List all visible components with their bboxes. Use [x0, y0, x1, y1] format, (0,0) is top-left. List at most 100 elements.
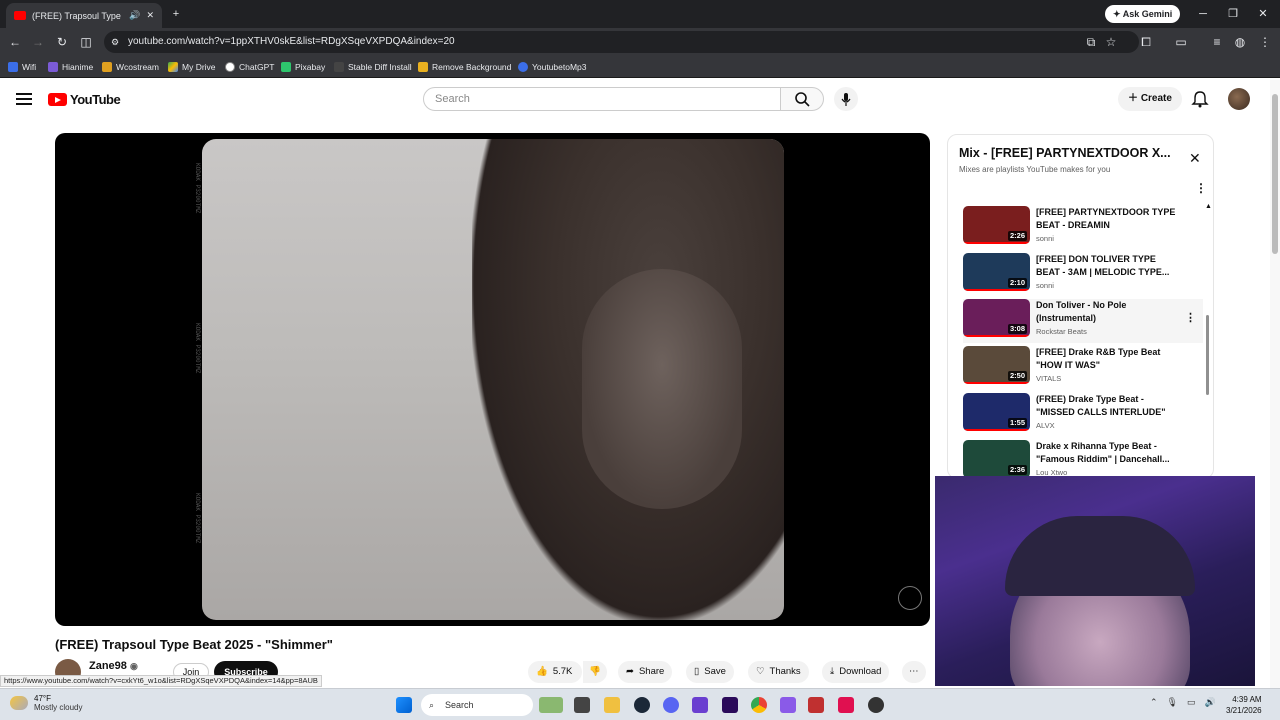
profile-icon[interactable]: ◍: [1231, 33, 1249, 51]
bookmark-wifi[interactable]: Wifi: [8, 60, 36, 74]
playlist-item-title: [FREE] Drake R&B Type Beat "HOW IT WAS": [1036, 347, 1161, 370]
tiktok-icon[interactable]: [838, 697, 854, 713]
more-actions-button[interactable]: ⋯: [902, 661, 926, 683]
playlist-item[interactable]: 2:50 [FREE] Drake R&B Type Beat "HOW IT …: [963, 346, 1203, 390]
video-thumbnail: 1:55: [963, 393, 1030, 431]
bookmark-hianime[interactable]: Hianime: [48, 60, 93, 74]
steam-icon[interactable]: [634, 697, 650, 713]
bookmark-youtubetomp3[interactable]: YoutubetoMp3: [518, 60, 587, 74]
playlist-item[interactable]: 2:10 [FREE] DON TOLIVER TYPE BEAT - 3AM …: [963, 253, 1203, 297]
playlist-scrollbar[interactable]: [1206, 315, 1209, 395]
playlist-more-icon[interactable]: ⋮: [1195, 182, 1207, 194]
save-button[interactable]: ▯ Save: [686, 661, 734, 683]
extensions-icon[interactable]: ⧠: [1137, 33, 1155, 51]
share-label: Share: [638, 666, 665, 677]
video-thumbnail: 2:36: [963, 440, 1030, 478]
share-button[interactable]: ➦ Share: [618, 661, 673, 683]
playlist-title[interactable]: Mix - [FREE] PARTYNEXTDOOR X...: [959, 146, 1171, 160]
channel-name-text: Zane98: [89, 660, 127, 672]
playlist-subtitle: Mixes are playlists YouTube makes for yo…: [959, 165, 1111, 174]
bookmark-pixabay[interactable]: Pixabay: [281, 60, 325, 74]
watched-progress-bar: [963, 382, 1030, 384]
system-tray: ⌃ 🎙 ▭ 🔊: [1150, 697, 1216, 708]
thumbs-down-icon: 👎: [589, 666, 601, 677]
channel-watermark-icon[interactable]: [898, 586, 922, 610]
dislike-button[interactable]: 👎: [583, 661, 607, 683]
browser-title-bar: (FREE) Trapsoul Type Beat 2 🔊 ✕ + ✦ Ask …: [0, 0, 1280, 28]
duration-badge: 1:55: [1007, 418, 1027, 428]
back-icon[interactable]: ←: [6, 33, 24, 51]
split-view-icon[interactable]: ◫: [77, 33, 95, 51]
item-more-icon[interactable]: ⋮: [1185, 311, 1196, 324]
clock[interactable]: 4:39 AM 3/21/2026: [1226, 694, 1262, 716]
discord-icon[interactable]: [663, 697, 679, 713]
microphone-tray-icon[interactable]: 🎙: [1167, 697, 1178, 708]
bookmark-my-drive[interactable]: My Drive: [168, 60, 216, 74]
page-scroll-thumb[interactable]: [1272, 94, 1278, 254]
close-window-icon[interactable]: ✕: [1254, 5, 1272, 23]
ask-gemini-button[interactable]: ✦ Ask Gemini: [1105, 5, 1181, 23]
chrome-icon[interactable]: [751, 697, 767, 713]
youtube-logo[interactable]: YouTube: [48, 92, 121, 107]
reading-list-icon[interactable]: ≡: [1208, 33, 1226, 51]
channel-name[interactable]: Zane98 ◉: [89, 660, 138, 672]
install-app-icon[interactable]: ⧉: [1082, 33, 1100, 51]
volume-icon[interactable]: 🔊: [1205, 697, 1216, 708]
tray-chevron-icon[interactable]: ⌃: [1150, 697, 1158, 708]
browser-tab[interactable]: (FREE) Trapsoul Type Beat 2 🔊 ✕: [6, 3, 162, 28]
bookmark-wcostream[interactable]: Wcostream: [102, 60, 159, 74]
more-menu-icon[interactable]: ⋮: [1256, 33, 1274, 51]
chatgpt-bookmark-icon: [225, 62, 235, 72]
video-thumbnail: 2:10: [963, 253, 1030, 291]
notifications-button[interactable]: [1190, 89, 1210, 109]
weather-widget[interactable]: 47°F Mostly cloudy: [10, 694, 82, 712]
windows-start-icon[interactable]: [396, 697, 412, 713]
like-button[interactable]: 👍 5.7K: [528, 661, 583, 683]
playlist-item[interactable]: 2:36 Drake x Rihanna Type Beat - "Famous…: [963, 440, 1203, 478]
vpn-icon[interactable]: [780, 697, 796, 713]
scroll-up-icon[interactable]: ▲: [1205, 203, 1212, 210]
download-button[interactable]: ⤓ Download: [822, 661, 890, 683]
obs-icon[interactable]: [868, 697, 884, 713]
save-label: Save: [704, 666, 726, 677]
maximize-icon[interactable]: ❐: [1224, 5, 1242, 23]
create-button[interactable]: ＋ Create: [1118, 87, 1182, 111]
page-scrollbar[interactable]: [1270, 80, 1280, 688]
reload-icon[interactable]: ↻: [53, 33, 71, 51]
bookmark-star-icon[interactable]: ☆: [1102, 33, 1120, 51]
task-view-icon[interactable]: [574, 697, 590, 713]
search-input[interactable]: Search: [423, 87, 781, 111]
account-avatar[interactable]: [1228, 88, 1250, 110]
premiere-icon[interactable]: [722, 697, 738, 713]
speaker-icon[interactable]: 🔊: [129, 10, 140, 21]
file-explorer-icon[interactable]: [604, 697, 620, 713]
app-grid-icon[interactable]: [692, 697, 708, 713]
voice-search-button[interactable]: [834, 87, 858, 111]
cast-icon[interactable]: ▭: [1172, 33, 1190, 51]
close-tab-icon[interactable]: ✕: [146, 10, 154, 21]
playlist-item-hovered[interactable]: 3:08 Don Toliver - No Pole (Instrumental…: [963, 299, 1203, 343]
network-icon[interactable]: ▭: [1187, 697, 1196, 708]
search-highlight-icon[interactable]: [539, 697, 563, 713]
video-player[interactable]: KODAK P3200TMZ KODAK P3200TMZ KODAK P320…: [55, 133, 930, 626]
forward-icon[interactable]: →: [29, 33, 47, 51]
playlist-item[interactable]: 2:26 [FREE] PARTYNEXTDOOR TYPE BEAT - DR…: [963, 206, 1203, 250]
temperature: 47°F: [34, 694, 51, 703]
thanks-label: Thanks: [769, 666, 801, 677]
hamburger-menu-icon[interactable]: [16, 90, 32, 106]
bookmark-chatgpt[interactable]: ChatGPT: [225, 60, 274, 74]
search-button[interactable]: [780, 87, 824, 111]
new-tab-button[interactable]: +: [167, 5, 185, 23]
playlist-item[interactable]: 1:55 (FREE) Drake Type Beat - "MISSED CA…: [963, 393, 1203, 437]
status-bar-url: https://www.youtube.com/watch?v=cxkYt6_w…: [0, 675, 322, 687]
url-text: youtube.com/watch?v=1ppXTHV0skE&list=RDg…: [128, 36, 455, 47]
thanks-button[interactable]: ♡ Thanks: [748, 661, 809, 683]
close-icon[interactable]: ✕: [1189, 151, 1203, 165]
minimize-icon[interactable]: ─: [1194, 5, 1212, 23]
taskbar-search[interactable]: ⌕ Search: [421, 694, 533, 716]
url-input[interactable]: ⚙ youtube.com/watch?v=1ppXTHV0skE&list=R…: [104, 31, 1139, 53]
site-info-icon[interactable]: ⚙: [111, 31, 119, 53]
text-app-icon[interactable]: [808, 697, 824, 713]
bookmark-remove-background[interactable]: Remove Background: [418, 60, 511, 74]
bookmark-stable-diff[interactable]: Stable Diff Install: [334, 60, 412, 74]
